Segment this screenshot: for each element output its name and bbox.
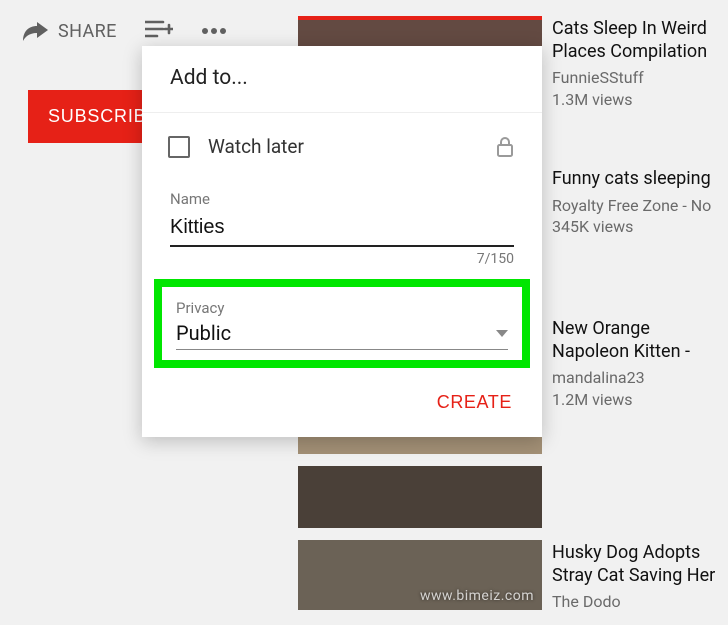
add-to-playlist-modal: Add to... Watch later Name 7/150 Privacy…	[142, 46, 542, 437]
chevron-down-icon	[496, 330, 508, 337]
video-meta: Cats Sleep In Weird Places Compilation F…	[552, 16, 728, 154]
char-count: 7/150	[170, 251, 514, 267]
more-icon[interactable]	[201, 27, 227, 35]
share-icon	[22, 20, 48, 42]
video-title: Funny cats sleeping	[552, 168, 711, 191]
video-channel: FunnieSStuff	[552, 67, 728, 89]
video-meta: Funny cats sleeping Royalty Free Zone - …	[552, 166, 711, 304]
video-views: 345K views	[552, 216, 711, 238]
add-to-playlist-icon[interactable]	[145, 20, 173, 42]
privacy-label: Privacy	[176, 299, 508, 317]
video-views: 1.3M views	[552, 89, 728, 111]
watch-later-row[interactable]: Watch later	[142, 113, 542, 180]
video-views: 1.2M views	[552, 389, 728, 411]
privacy-field-highlight: Privacy Public	[154, 279, 530, 368]
lock-icon	[496, 136, 514, 158]
video-title: New Orange Napoleon Kitten -	[552, 318, 728, 363]
video-meta: New Orange Napoleon Kitten - mandalina23…	[552, 316, 728, 454]
share-label: SHARE	[58, 21, 117, 42]
video-title: Husky Dog Adopts Stray Cat Saving Her	[552, 542, 728, 587]
privacy-value: Public	[176, 321, 496, 345]
create-button[interactable]: CREATE	[431, 386, 518, 419]
video-channel: mandalina23	[552, 367, 728, 389]
video-channel: Royalty Free Zone - No	[552, 195, 711, 217]
video-item[interactable]: www.bimeiz.com Husky Dog Adopts Stray Ca…	[298, 540, 728, 613]
modal-title: Add to...	[142, 46, 542, 113]
watch-later-checkbox[interactable]	[168, 136, 190, 158]
video-thumbnail: www.bimeiz.com	[298, 540, 542, 610]
name-label: Name	[170, 190, 514, 208]
video-thumbnail	[298, 466, 542, 528]
share-button[interactable]: SHARE	[22, 20, 117, 42]
video-title: Cats Sleep In Weird Places Compilation	[552, 18, 728, 63]
watermark: www.bimeiz.com	[420, 588, 534, 604]
playlist-name-field: Name 7/150	[142, 180, 542, 267]
playlist-name-input[interactable]	[170, 212, 514, 247]
privacy-select[interactable]: Public	[176, 321, 508, 350]
video-item[interactable]	[298, 466, 728, 528]
video-meta: Husky Dog Adopts Stray Cat Saving Her Th…	[552, 540, 728, 613]
video-channel: The Dodo	[552, 591, 728, 613]
watch-later-label: Watch later	[208, 135, 478, 158]
